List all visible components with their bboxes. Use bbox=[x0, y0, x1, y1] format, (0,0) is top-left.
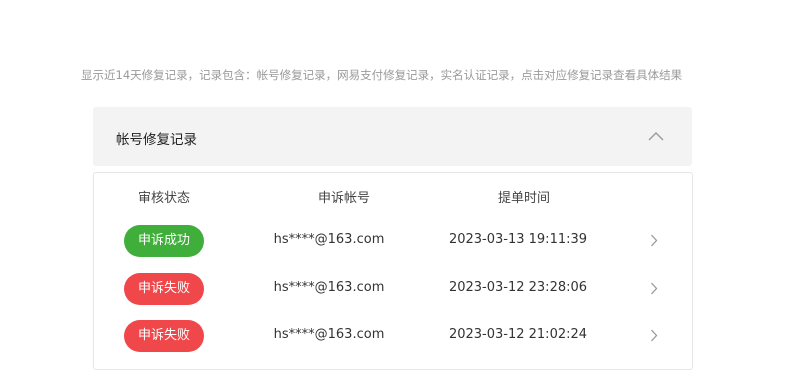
repair-records-table: 审核状态 申诉帐号 提单时间 申诉成功 hs****@163.com 2023-… bbox=[93, 172, 693, 370]
status-badge: 申诉失败 bbox=[124, 320, 204, 352]
table-row[interactable]: 申诉失败 hs****@163.com 2023-03-12 21:02:24 bbox=[94, 313, 692, 359]
account-cell: hs****@163.com bbox=[273, 327, 385, 342]
time-cell: 2023-03-12 23:28:06 bbox=[448, 280, 588, 295]
column-header-account: 申诉帐号 bbox=[317, 191, 371, 206]
time-cell: 2023-03-13 19:11:39 bbox=[448, 232, 588, 247]
table-row[interactable]: 申诉成功 hs****@163.com 2023-03-13 19:11:39 bbox=[94, 218, 692, 264]
account-cell: hs****@163.com bbox=[273, 232, 385, 247]
account-cell: hs****@163.com bbox=[273, 280, 385, 295]
chevron-right-icon[interactable] bbox=[650, 282, 658, 295]
notice-text: 显示近14天修复记录，记录包含：帐号修复记录，网易支付修复记录，实名认证记录，点… bbox=[81, 68, 683, 82]
column-header-status: 审核状态 bbox=[137, 191, 191, 206]
table-row[interactable]: 申诉失败 hs****@163.com 2023-03-12 23:28:06 bbox=[94, 266, 692, 312]
status-badge: 申诉失败 bbox=[124, 273, 204, 305]
chevron-right-icon[interactable] bbox=[650, 234, 658, 247]
chevron-right-icon[interactable] bbox=[650, 329, 658, 342]
time-cell: 2023-03-12 21:02:24 bbox=[448, 327, 588, 342]
section-title: 帐号修复记录 bbox=[116, 132, 197, 148]
status-badge: 申诉成功 bbox=[124, 225, 204, 257]
account-repair-section-header[interactable]: 帐号修复记录 bbox=[93, 107, 692, 166]
column-header-time: 提单时间 bbox=[497, 191, 551, 206]
chevron-up-icon[interactable] bbox=[648, 131, 664, 141]
